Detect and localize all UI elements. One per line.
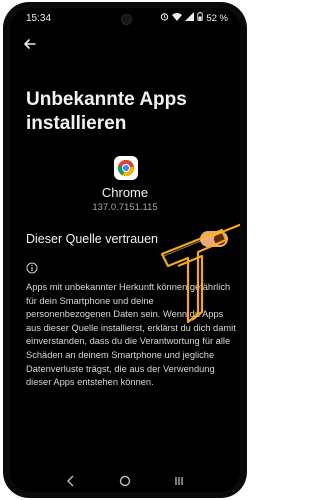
- app-version: 137.0.7151.115: [92, 202, 158, 213]
- status-time: 15:34: [26, 13, 52, 24]
- toggle-knob: [214, 233, 226, 245]
- nav-recents-icon[interactable]: [172, 474, 186, 488]
- status-icons: 52 %: [160, 12, 228, 24]
- signal-icon: [185, 12, 195, 24]
- navigation-bar: [10, 470, 240, 492]
- trust-source-setting[interactable]: Dieser Quelle vertrauen: [26, 230, 230, 250]
- front-camera: [121, 14, 132, 25]
- battery-icon: [197, 12, 204, 24]
- app-name: Chrome: [101, 185, 149, 200]
- trust-source-toggle[interactable]: [200, 231, 228, 247]
- wifi-icon: [172, 12, 183, 24]
- battery-level: 52 %: [206, 12, 228, 24]
- info-icon: [26, 261, 38, 274]
- phone-frame: 15:34 52 % Unbekannte Apps installieren …: [3, 2, 247, 498]
- screen: 15:34 52 % Unbekannte Apps installieren …: [10, 8, 240, 492]
- trust-source-label: Dieser Quelle vertrauen: [26, 232, 159, 246]
- warning-description: Apps mit unbekannter Herkunft können gef…: [26, 282, 236, 388]
- alarm-icon: [160, 12, 169, 24]
- chrome-icon: [114, 156, 138, 180]
- nav-back-icon[interactable]: [64, 474, 78, 488]
- page-title: Unbekannte Apps installieren: [26, 89, 187, 134]
- status-bar: 15:34 52 %: [10, 8, 240, 28]
- nav-home-icon[interactable]: [118, 474, 132, 488]
- back-arrow-icon[interactable]: [22, 36, 38, 52]
